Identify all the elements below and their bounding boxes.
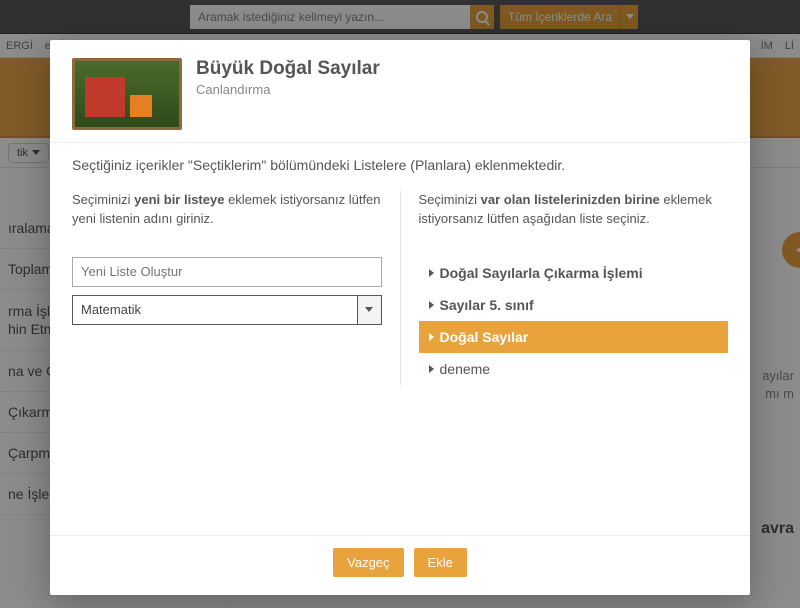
modal-header: Büyük Doğal Sayılar Canlandırma — [50, 40, 750, 143]
list-item[interactable]: Sayılar 5. sınıf — [419, 289, 729, 321]
cancel-button[interactable]: Vazgeç — [333, 548, 403, 577]
add-button[interactable]: Ekle — [414, 548, 467, 577]
new-list-message: Seçiminizi yeni bir listeye eklemek isti… — [72, 191, 382, 229]
new-list-column: Seçiminizi yeni bir listeye eklemek isti… — [72, 191, 401, 385]
thumbnail — [72, 58, 182, 130]
modal-footer: Vazgeç Ekle — [50, 535, 750, 595]
existing-lists: Doğal Sayılarla Çıkarma İşlemi Sayılar 5… — [419, 257, 729, 385]
caret-right-icon — [429, 301, 434, 309]
modal-title: Büyük Doğal Sayılar — [196, 58, 380, 80]
subject-select[interactable]: Matematik — [72, 295, 382, 325]
modal-overlay: Büyük Doğal Sayılar Canlandırma Seçtiğin… — [0, 0, 800, 608]
chevron-down-icon — [357, 296, 381, 324]
modal-body: Seçtiğiniz içerikler "Seçtiklerim" bölüm… — [50, 143, 750, 535]
caret-right-icon — [429, 269, 434, 277]
list-item[interactable]: Doğal Sayılarla Çıkarma İşlemi — [419, 257, 729, 289]
modal-intro: Seçtiğiniz içerikler "Seçtiklerim" bölüm… — [72, 157, 728, 173]
new-list-input[interactable] — [72, 257, 382, 287]
existing-list-message: Seçiminizi var olan listelerinizden biri… — [419, 191, 729, 229]
list-item-selected[interactable]: Doğal Sayılar — [419, 321, 729, 353]
modal-subtitle: Canlandırma — [196, 82, 380, 97]
caret-right-icon — [429, 333, 434, 341]
list-item[interactable]: deneme — [419, 353, 729, 385]
modal: Büyük Doğal Sayılar Canlandırma Seçtiğin… — [50, 40, 750, 595]
caret-right-icon — [429, 365, 434, 373]
existing-list-column: Seçiminizi var olan listelerinizden biri… — [401, 191, 729, 385]
